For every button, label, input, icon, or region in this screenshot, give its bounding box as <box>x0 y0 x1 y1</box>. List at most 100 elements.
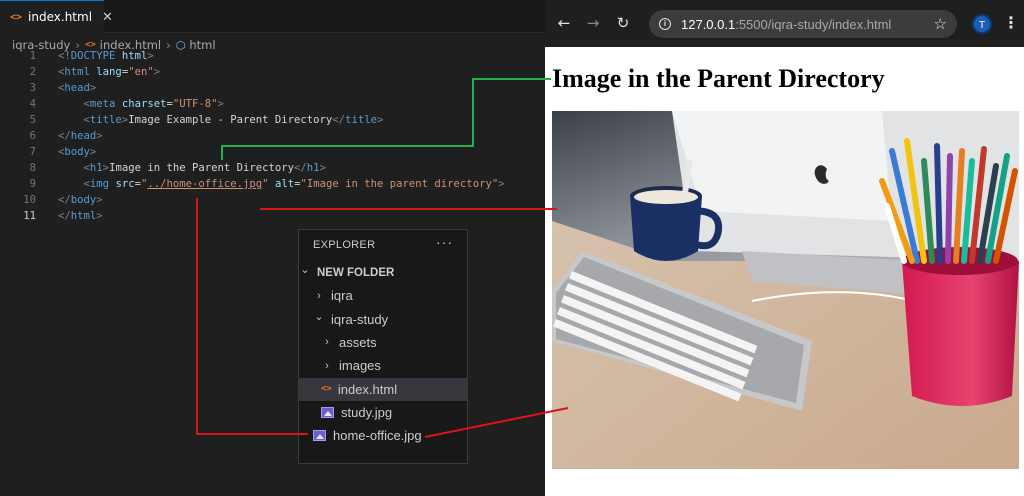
editor-tab-bar: <> index.html ✕ <box>0 0 545 33</box>
tree-item[interactable]: ⌄ NEW FOLDER <box>299 261 467 284</box>
code-line[interactable]: 3 <head> <box>0 80 545 96</box>
line-number: 5 <box>29 114 36 126</box>
code-token: alt <box>274 178 295 190</box>
code-line[interactable]: 4 <meta charset="UTF-8"> <box>0 96 545 112</box>
tree-item[interactable]: <> index.html <box>299 377 467 401</box>
image-file-icon <box>313 430 326 442</box>
code-token: > <box>153 66 161 78</box>
tree-item[interactable]: › assets <box>299 331 467 354</box>
tree-item-label: iqra-study <box>331 311 389 327</box>
url-path: :5500/iqra-study/index.html <box>735 16 892 32</box>
code-line[interactable]: 8 <h1>Image in the Parent Directory</h1> <box>0 160 545 176</box>
code-token: html <box>64 66 90 78</box>
code-token: "UTF-8" <box>172 98 218 110</box>
code-token: charset <box>121 98 167 110</box>
tree-item-label: images <box>339 358 381 374</box>
code-text: </html> <box>58 208 103 224</box>
line-number: 4 <box>29 98 36 110</box>
kebab-menu-icon[interactable]: ⋮ <box>1003 13 1019 32</box>
tree-item[interactable]: › iqra <box>299 284 467 307</box>
star-icon[interactable]: ☆ <box>934 15 947 33</box>
code-token: html <box>70 210 97 222</box>
line-number: 1 <box>29 50 36 62</box>
back-arrow-icon[interactable]: ← <box>555 14 573 32</box>
reload-icon[interactable]: ↻ <box>614 14 632 32</box>
more-actions-icon[interactable]: ··· <box>436 234 453 250</box>
code-text: <head> <box>58 80 96 96</box>
code-token: Image Example - Parent Directory <box>128 114 333 126</box>
code-token: ../home-office.jpg <box>147 178 263 190</box>
tab-index-html[interactable]: <> index.html ✕ <box>0 0 113 33</box>
code-token: head <box>64 82 90 94</box>
chevron-right-icon[interactable]: › <box>321 336 333 348</box>
tree-item[interactable]: ⌄ iqra-study <box>299 308 467 331</box>
tree-item[interactable]: › images <box>299 354 467 377</box>
code-token: > <box>217 98 224 110</box>
code-token: title <box>89 114 122 126</box>
code-token: src <box>115 178 135 190</box>
code-token: </ <box>332 114 346 126</box>
browser-window: ← → ↻ i 127.0.0.1 :5500/iqra-study/index… <box>545 0 1024 496</box>
line-number: 2 <box>29 66 36 78</box>
code-token: img <box>89 178 110 190</box>
code-token: > <box>498 178 505 190</box>
code-line[interactable]: 1 <!DOCTYPE html> <box>0 48 545 64</box>
code-token: Image in the Parent Directory <box>109 162 295 174</box>
code-text: <html lang="en"> <box>58 64 160 80</box>
chevron-down-icon[interactable]: ⌄ <box>313 310 325 323</box>
code-area[interactable]: 1 <!DOCTYPE html > 2 <html lang="en"> 3 <head>… <box>0 48 545 224</box>
close-icon[interactable]: ✕ <box>102 10 113 25</box>
code-token: > <box>376 114 384 126</box>
address-bar[interactable]: i 127.0.0.1 :5500/iqra-study/index.html … <box>649 10 957 38</box>
html-file-icon: <> <box>321 384 332 394</box>
code-token: > <box>89 82 97 94</box>
code-line[interactable]: 11 </html> <box>0 208 545 224</box>
profile-avatar[interactable]: T <box>972 14 992 34</box>
line-number: 11 <box>23 210 36 222</box>
url-host: 127.0.0.1 <box>681 16 736 32</box>
code-line[interactable]: 5 <title>Image Example - Parent Director… <box>0 112 545 128</box>
code-token: body <box>70 194 97 206</box>
code-token: > <box>89 146 97 158</box>
code-token: "Image in the parent directory" <box>300 178 499 190</box>
site-info-icon[interactable]: i <box>659 18 671 30</box>
tree-item-label: iqra <box>331 288 353 304</box>
line-number: 10 <box>23 194 36 206</box>
code-token: head <box>70 130 97 142</box>
tree-item[interactable]: study.jpg <box>299 401 467 424</box>
html-file-icon: <> <box>10 11 23 23</box>
chevron-right-icon[interactable]: › <box>313 290 325 302</box>
code-token: > <box>96 194 103 206</box>
forward-arrow-icon[interactable]: → <box>584 14 602 32</box>
code-line[interactable]: 9 <img src="../home-office.jpg" alt="Ima… <box>0 176 545 192</box>
code-token: </ <box>58 194 71 206</box>
home-office-image <box>552 111 1019 469</box>
code-token: </ <box>58 210 71 222</box>
code-text: <img src="../home-office.jpg" alt="Image… <box>58 176 505 192</box>
code-line[interactable]: 10 </body> <box>0 192 545 208</box>
browser-toolbar: ← → ↻ i 127.0.0.1 :5500/iqra-study/index… <box>545 0 1024 47</box>
chevron-down-icon[interactable]: ⌄ <box>299 263 311 276</box>
code-text: <meta charset="UTF-8"> <box>58 96 224 112</box>
line-number: 3 <box>29 82 36 94</box>
code-text: </head> <box>58 128 103 144</box>
code-token: DOCTYPE <box>70 50 116 62</box>
code-text: <title>Image Example - Parent Directory<… <box>58 112 384 128</box>
explorer-title: EXPLORER <box>313 239 376 251</box>
chevron-right-icon[interactable]: › <box>321 360 333 372</box>
code-line[interactable]: 6 </head> <box>0 128 545 144</box>
code-token: > <box>96 130 103 142</box>
code-line[interactable]: 2 <html lang="en"> <box>0 64 545 80</box>
tree-item-label: index.html <box>337 381 398 397</box>
code-token: lang <box>96 66 122 78</box>
code-token: </ <box>58 130 71 142</box>
tree-item[interactable]: home-office.jpg <box>299 424 467 447</box>
code-line[interactable]: 7 <body> <box>0 144 545 160</box>
code-token: <! <box>58 50 71 62</box>
code-token: "en" <box>128 66 154 78</box>
code-token: h1 <box>89 162 103 174</box>
code-token: html <box>121 50 148 62</box>
code-token: meta <box>89 98 116 110</box>
tree-item-label: study.jpg <box>341 404 393 420</box>
